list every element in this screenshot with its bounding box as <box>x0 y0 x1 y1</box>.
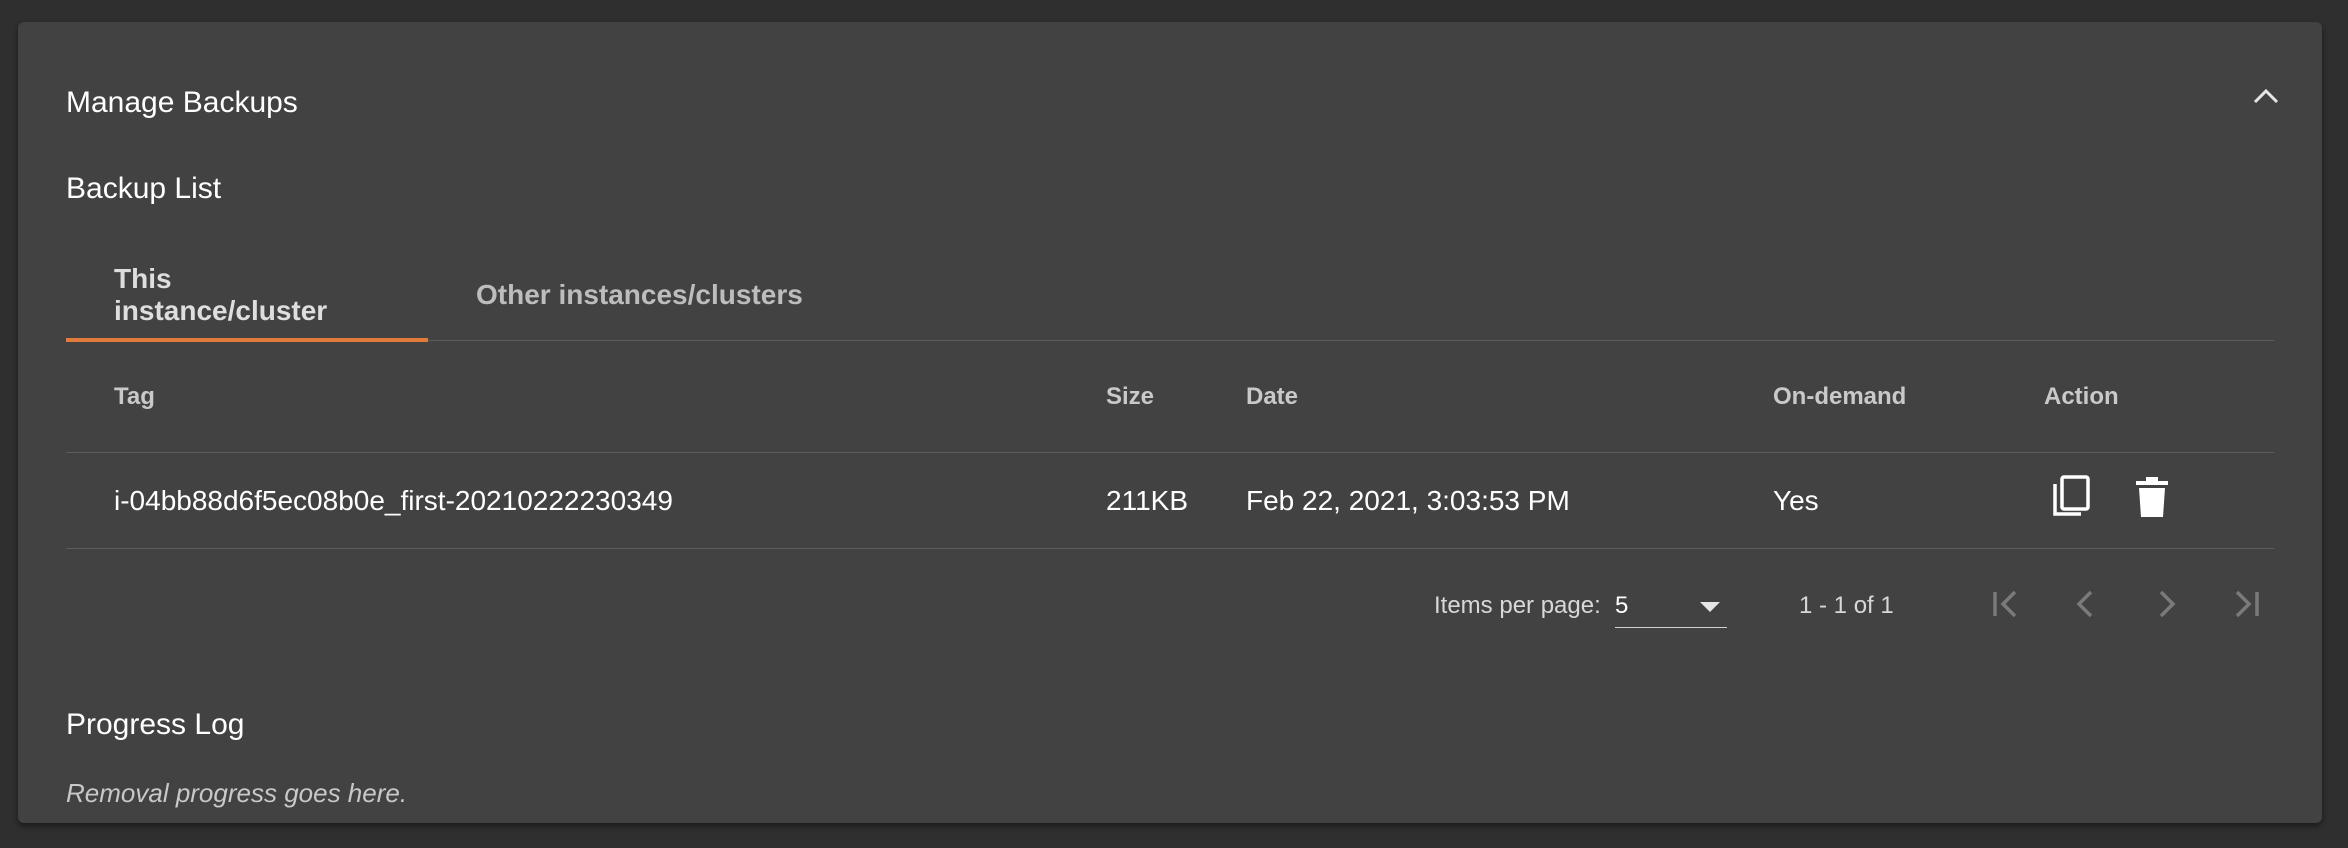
delete-icon <box>2135 476 2169 525</box>
column-header-tag[interactable]: Tag <box>114 341 155 452</box>
cell-actions <box>2044 453 2204 548</box>
copy-button[interactable] <box>2044 473 2100 529</box>
table-header-row: Tag Size Date On-demand Action <box>66 341 2274 453</box>
paginator: Items per page: 5 1 - 1 of 1 <box>18 570 2348 642</box>
column-header-action: Action <box>2044 382 2119 410</box>
collapse-button[interactable] <box>2246 78 2286 118</box>
column-header-on-demand[interactable]: On-demand <box>1773 341 1906 452</box>
progress-log-text: Removal progress goes here. <box>66 778 408 808</box>
tab-this-instance[interactable]: This instance/cluster <box>66 248 428 342</box>
cell-on-demand: Yes <box>1773 484 1819 516</box>
backup-list-title: Backup List <box>66 172 222 205</box>
panel-title: Manage Backups <box>66 86 298 119</box>
items-per-page-label: Items per page: <box>1434 592 1601 619</box>
first-page-button[interactable] <box>1978 578 2034 634</box>
first-page-icon <box>1990 588 2022 625</box>
column-header-size[interactable]: Size <box>1106 341 1154 452</box>
tab-other-instances[interactable]: Other instances/clusters <box>428 248 851 341</box>
next-page-button[interactable] <box>2138 578 2194 634</box>
items-per-page-select[interactable]: 5 <box>1615 584 1727 628</box>
copy-icon <box>2051 474 2093 527</box>
cell-date: Feb 22, 2021, 3:03:53 PM <box>1246 484 1570 516</box>
chevron-up-icon <box>2253 88 2279 109</box>
previous-page-icon <box>2070 588 2102 625</box>
last-page-icon <box>2230 588 2262 625</box>
previous-page-button[interactable] <box>2058 578 2114 634</box>
table-row: i-04bb88d6f5ec08b0e_first-20210222230349… <box>66 453 2274 549</box>
column-header-date[interactable]: Date <box>1246 341 1298 452</box>
delete-button[interactable] <box>2124 473 2180 529</box>
items-per-page-value: 5 <box>1615 591 1629 619</box>
last-page-button[interactable] <box>2218 578 2274 634</box>
cell-size: 211KB <box>1106 484 1188 516</box>
tab-bar: This instance/cluster Other instances/cl… <box>66 248 2274 342</box>
backup-table: Tag Size Date On-demand Action i-04bb88d… <box>66 341 2274 549</box>
progress-log-title: Progress Log <box>66 708 245 741</box>
cell-tag: i-04bb88d6f5ec08b0e_first-20210222230349 <box>114 484 673 516</box>
next-page-icon <box>2150 588 2182 625</box>
dropdown-arrow-icon <box>1699 592 1727 620</box>
manage-backups-panel: Manage Backups Backup List This instance… <box>18 22 2322 823</box>
page-range-label: 1 - 1 of 1 <box>1799 592 1894 619</box>
